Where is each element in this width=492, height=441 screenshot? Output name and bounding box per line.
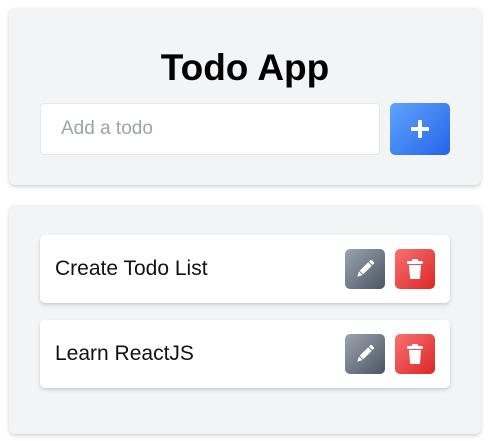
todo-text: Learn ReactJS [55, 342, 194, 365]
todo-list: Create Todo List Learn ReactJS [9, 205, 481, 434]
todo-item: Create Todo List [40, 235, 450, 303]
edit-todo-button[interactable] [345, 249, 385, 289]
pencil-icon [355, 344, 375, 364]
page-title: Todo App [160, 47, 330, 88]
todo-text: Create Todo List [55, 257, 208, 280]
pencil-icon [355, 259, 375, 279]
delete-todo-button[interactable] [395, 249, 435, 289]
todo-item: Learn ReactJS [40, 320, 450, 388]
add-todo-button[interactable] [390, 103, 450, 155]
delete-todo-button[interactable] [395, 334, 435, 374]
todo-input[interactable] [40, 103, 380, 155]
edit-todo-button[interactable] [345, 334, 385, 374]
trash-icon [406, 344, 424, 364]
trash-icon [406, 259, 424, 279]
plus-icon [410, 119, 430, 139]
header-card: Todo App [9, 8, 481, 185]
